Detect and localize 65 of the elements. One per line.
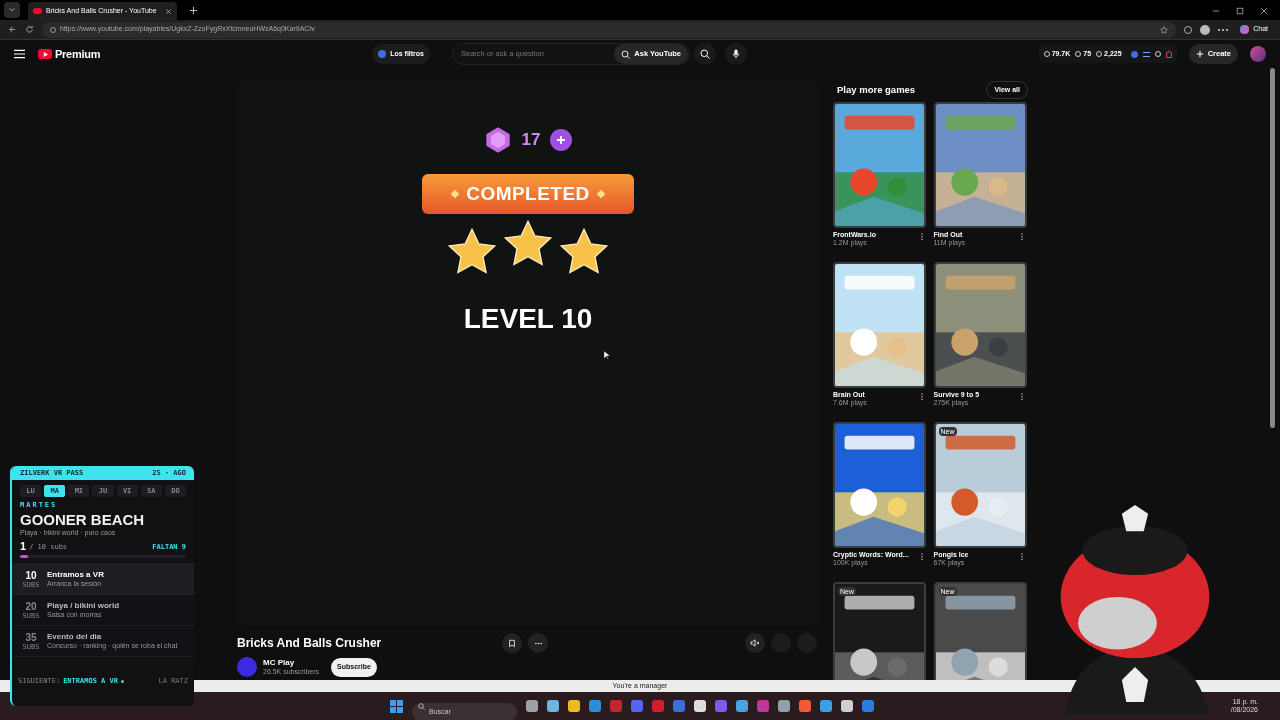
cursor-icon bbox=[604, 351, 610, 360]
sparkle-icon bbox=[451, 189, 460, 199]
sparkle-icon bbox=[596, 189, 605, 199]
youtube-logo[interactable]: Premium bbox=[38, 45, 101, 63]
microphone-icon bbox=[732, 49, 740, 59]
taskbar-app-icon[interactable] bbox=[547, 700, 559, 712]
new-tab-icon[interactable] bbox=[188, 6, 198, 15]
microphone-button[interactable] bbox=[725, 43, 747, 65]
avatar[interactable] bbox=[1250, 46, 1266, 62]
favorite-icon[interactable] bbox=[1160, 25, 1169, 34]
save-button[interactable] bbox=[502, 633, 522, 653]
more-icon[interactable] bbox=[920, 393, 923, 400]
milestone-number: 10 bbox=[25, 569, 37, 581]
taskbar-app-icon[interactable] bbox=[694, 700, 706, 712]
milestone-number: 20 bbox=[25, 600, 37, 612]
banner-text: COMPLETED bbox=[466, 181, 590, 206]
game-title: Bricks And Balls Crusher bbox=[237, 635, 383, 652]
channel-name[interactable]: MC Play bbox=[263, 658, 320, 668]
taskbar-app-icon[interactable] bbox=[820, 700, 832, 712]
milestone-title: Playa / bikini world bbox=[47, 601, 120, 611]
tab-list-button[interactable] bbox=[4, 2, 20, 18]
reload-icon[interactable] bbox=[25, 25, 34, 34]
restore-icon[interactable] bbox=[1236, 7, 1244, 15]
add-gems-button[interactable] bbox=[550, 129, 573, 151]
taskbar-app-icon[interactable] bbox=[778, 700, 790, 712]
level-label: LEVEL 10 bbox=[463, 302, 593, 336]
gem-count: 17 bbox=[521, 129, 541, 152]
copilot-icon bbox=[1240, 25, 1250, 34]
gem-icon bbox=[483, 126, 512, 154]
search-icon bbox=[700, 49, 710, 59]
milestone-number: 35 bbox=[25, 631, 37, 643]
search-button[interactable] bbox=[694, 43, 716, 65]
taskbar-app-icon[interactable] bbox=[799, 700, 811, 712]
event-headline: GOONER BEACH bbox=[19, 510, 146, 528]
milestone-title: Entramos a VR bbox=[47, 570, 104, 580]
muted-speaker-icon bbox=[750, 639, 760, 647]
section-title: Play more games bbox=[837, 82, 916, 97]
taskbar-app-icon[interactable] bbox=[736, 700, 748, 712]
mute-button[interactable] bbox=[745, 633, 765, 653]
milestone-title: Evento del dia bbox=[47, 632, 103, 642]
more-icon[interactable] bbox=[1218, 28, 1229, 31]
menu-icon[interactable] bbox=[14, 49, 25, 59]
taskbar-app-icon[interactable] bbox=[841, 700, 853, 712]
profile-icon[interactable] bbox=[1200, 24, 1211, 35]
sub-count: 1 bbox=[20, 541, 27, 553]
scrollbar[interactable] bbox=[1270, 68, 1275, 428]
close-icon[interactable] bbox=[1260, 7, 1268, 15]
back-icon[interactable] bbox=[8, 25, 17, 34]
more-icon[interactable] bbox=[920, 233, 923, 240]
taskbar-app-icon[interactable] bbox=[526, 700, 538, 712]
start-icon[interactable] bbox=[390, 699, 403, 713]
more-icon[interactable] bbox=[920, 553, 923, 560]
bookmark-icon bbox=[508, 638, 516, 648]
close-icon[interactable] bbox=[164, 7, 172, 15]
chevron-icon bbox=[8, 6, 16, 14]
youtube-icon bbox=[33, 8, 42, 14]
more-icon bbox=[533, 641, 543, 645]
list-icon[interactable] bbox=[1142, 51, 1150, 57]
search-icon bbox=[418, 702, 425, 710]
plus-icon bbox=[1195, 50, 1204, 58]
play-logo-icon bbox=[38, 49, 52, 59]
plus-icon bbox=[556, 135, 567, 145]
taskbar-app-icon[interactable] bbox=[568, 700, 580, 712]
taskbar-app-icon[interactable] bbox=[589, 700, 601, 712]
filter-icon bbox=[378, 50, 387, 58]
